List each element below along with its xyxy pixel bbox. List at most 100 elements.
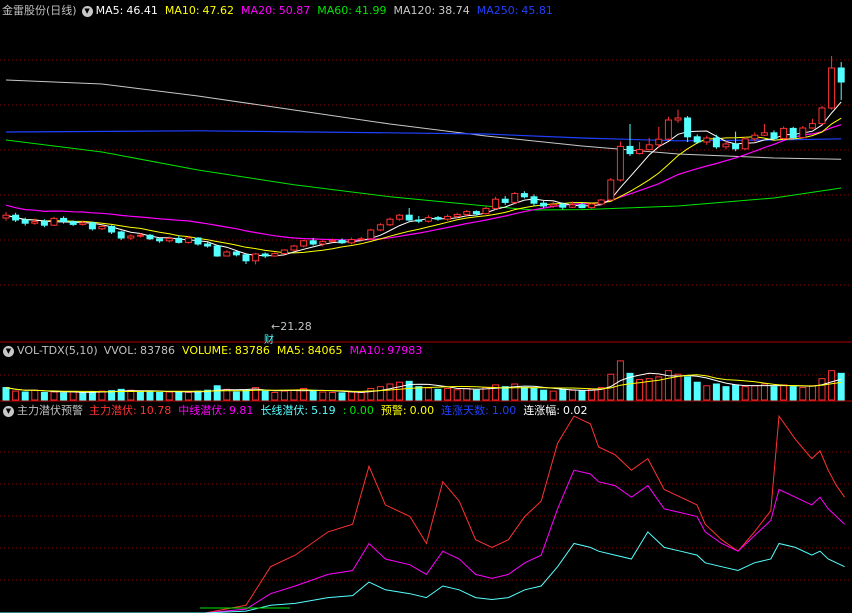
candle-body: [645, 144, 653, 151]
candle-body: [501, 198, 509, 203]
candle-body: [751, 134, 759, 140]
indicator-legend-key: 连涨天数:: [441, 404, 489, 417]
volume-bar: [818, 378, 826, 401]
candle-body: [712, 137, 720, 148]
candle-body: [194, 237, 202, 245]
indicator-legend-value: 0.02: [563, 404, 588, 417]
candle-body: [12, 214, 20, 221]
volume-bar: [799, 387, 807, 401]
ma-legend-item: MA20: 50.87: [241, 4, 310, 17]
volume-bar: [175, 391, 183, 401]
candle-body: [165, 237, 173, 242]
volume-bar: [396, 381, 404, 401]
volume-bar: [559, 388, 567, 401]
volume-bar: [31, 389, 39, 401]
candle-body: [108, 225, 116, 233]
candle-body: [232, 251, 240, 256]
volume-bar: [693, 381, 701, 401]
candle-body: [664, 119, 672, 140]
candle-body: [818, 107, 826, 125]
ma-legend-key: MA60:: [317, 4, 352, 17]
volume-legend-item: VVOL: 83786: [104, 344, 175, 357]
low-price-annotation: ←21.28: [271, 320, 312, 333]
chart-canvas[interactable]: [0, 0, 852, 613]
candle-body: [828, 67, 836, 109]
volume-bar: [501, 386, 509, 401]
volume-bar: [415, 386, 423, 401]
candle-body: [69, 221, 77, 225]
indicator-legend-value: 0.00: [349, 404, 374, 417]
candle-body: [252, 253, 260, 262]
volume-bar: [732, 384, 740, 401]
candle-body: [463, 211, 471, 215]
indicator-legend-item: 连涨幅: 0.02: [523, 404, 587, 417]
candle-body: [693, 136, 701, 143]
candle-body: [271, 253, 279, 257]
volume-bar: [770, 386, 778, 401]
volume-legend: ▼ VOL-TDX(5,10) VVOL: 83786 VOLUME: 83786 MA…: [0, 343, 429, 359]
volume-bar: [674, 373, 682, 401]
candle-body: [434, 217, 442, 220]
volume-legend-item: VOLUME: 83786: [182, 344, 270, 357]
candle-body: [674, 117, 682, 121]
volume-bar: [722, 386, 730, 401]
candle-body: [415, 219, 423, 222]
ma-legend-value: 45.81: [521, 4, 553, 17]
candle-body: [348, 239, 356, 244]
volume-bar: [165, 391, 173, 401]
volume-panel-toggle-icon[interactable]: ▼: [3, 345, 14, 357]
volume-bar: [540, 389, 548, 401]
indicator-legend: ▼ 主力潜伏预警 主力潜伏: 10.78 中线潜伏: 9.81 长线潜伏: 5.19:0.…: [0, 403, 595, 419]
candle-body: [636, 149, 644, 155]
candle-body: [655, 138, 663, 146]
candle-body: [319, 241, 327, 245]
volume-bar: [146, 390, 154, 401]
volume-bar: [520, 387, 528, 401]
price-panel-toggle-icon[interactable]: ▼: [81, 5, 93, 17]
low-price-label: 21.28: [280, 320, 312, 333]
ma-legend-key: MA5:: [95, 4, 124, 17]
candle-body: [60, 217, 68, 223]
volume-bar: [549, 390, 557, 401]
volume-bar: [21, 391, 29, 401]
volume-bar: [261, 390, 269, 401]
volume-legend-value: 84065: [307, 344, 343, 357]
volume-indicator-title: VOL-TDX(5,10): [17, 344, 98, 357]
candle-body: [31, 221, 39, 224]
volume-bar: [79, 391, 87, 401]
volume-legend-value: 83786: [140, 344, 176, 357]
indicator-legend-item: 中线潜伏: 9.81: [178, 404, 253, 417]
candle-body: [204, 243, 212, 247]
volume-bar: [703, 385, 711, 401]
candle-body: [2, 214, 10, 219]
volume-bar: [780, 384, 788, 401]
indicator-legend-key: 连涨幅:: [523, 404, 561, 417]
indicator-legend-item: 主力潜伏: 10.78: [89, 404, 171, 417]
indicator-legend-item: 连涨天数: 1.00: [441, 404, 516, 417]
candle-body: [88, 222, 96, 230]
candle-body: [703, 137, 711, 143]
indicator-legend-key: :: [342, 404, 347, 417]
candle-body: [338, 239, 346, 244]
candle-body: [424, 217, 432, 222]
financial-report-tag[interactable]: 财: [264, 331, 274, 346]
volume-bar: [309, 389, 317, 401]
indicator-legend-value: 1.00: [491, 404, 517, 417]
volume-bar: [472, 389, 480, 401]
ma-legend-key: MA120:: [393, 4, 436, 17]
candle-body: [290, 245, 298, 251]
volume-bar: [2, 387, 10, 401]
volume-bar: [156, 391, 164, 401]
volume-bar: [12, 390, 20, 401]
candle-body: [511, 193, 519, 203]
volume-bar: [530, 387, 538, 401]
candle-body: [223, 251, 231, 257]
candle-body: [309, 240, 317, 245]
candle-body: [722, 143, 730, 148]
indicator-legend-value: 5.19: [311, 404, 336, 417]
volume-bar: [386, 383, 394, 401]
volume-legend-value: 97983: [387, 344, 423, 357]
indicator-panel-toggle-icon[interactable]: ▼: [3, 405, 14, 417]
candle-body: [357, 238, 365, 241]
candle-body: [741, 138, 749, 150]
